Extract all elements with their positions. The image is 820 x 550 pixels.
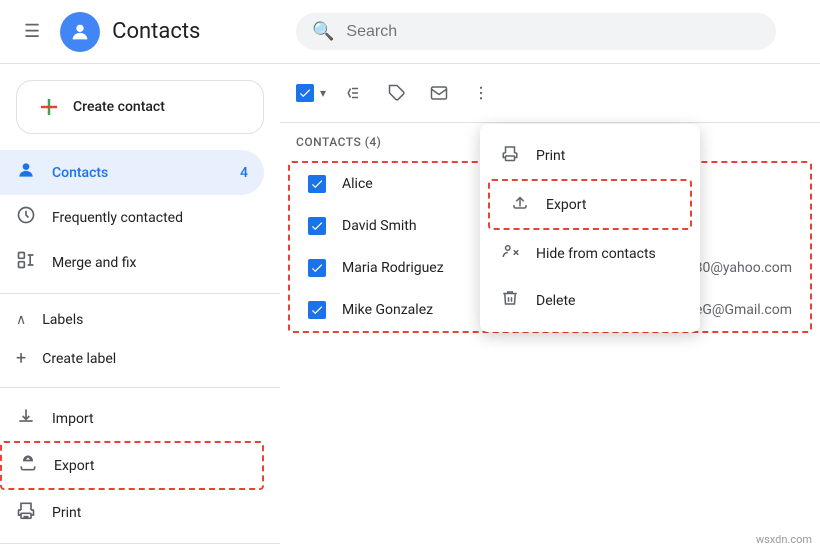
merge-toolbar-button[interactable] [338,76,372,110]
sidebar-divider-3 [0,543,280,544]
watermark: wsxdn.com [756,533,812,546]
main-content: ▾ [280,64,820,550]
search-input[interactable] [346,23,760,41]
app-title: Contacts [112,19,200,44]
more-toolbar-button[interactable] [464,76,498,110]
contacts-icon [16,160,36,185]
sidebar-item-frequently-contacted[interactable]: Frequently contacted [0,195,264,240]
contact-checkbox-maria[interactable] [308,259,326,277]
select-all-group[interactable]: ▾ [296,82,330,104]
export-icon [18,453,38,478]
search-icon: 🔍 [312,21,334,42]
sidebar-header: ☰ Contacts [0,12,280,52]
sidebar-item-print-label: Print [52,505,81,521]
dropdown-print-label: Print [536,148,565,164]
label-toolbar-button[interactable] [380,76,414,110]
sidebar-item-frequently-contacted-label: Frequently contacted [52,210,183,226]
sidebar-item-create-label[interactable]: + Create label [0,338,264,379]
sidebar-item-import-label: Import [52,411,94,427]
contact-checkbox-mike[interactable] [308,301,326,319]
contact-checkbox-david[interactable] [308,217,326,235]
sidebar: Create contact Contacts 4 Frequently con… [0,64,280,550]
sidebar-item-contacts[interactable]: Contacts 4 [0,150,264,195]
sidebar-item-export-label: Export [54,458,94,474]
clock-icon [16,205,36,230]
print-icon [16,500,36,525]
sidebar-divider-2 [0,387,280,388]
create-contact-button[interactable]: Create contact [16,80,264,134]
dropdown-delete-icon [500,289,520,312]
dropdown-hide-label: Hide from contacts [536,246,656,262]
sidebar-item-merge-fix[interactable]: Merge and fix [0,240,264,285]
add-label-icon: + [16,348,26,369]
dropdown-item-export[interactable]: Export [488,179,692,230]
sidebar-divider-1 [0,293,280,294]
toolbar: ▾ [280,64,820,123]
sidebar-item-labels-label: Labels [42,312,83,328]
sidebar-item-import[interactable]: Import [0,396,264,441]
dropdown-delete-label: Delete [536,293,575,309]
create-contact-label: Create contact [73,99,165,115]
dropdown-item-print[interactable]: Print [480,132,700,179]
merge-icon [16,250,36,275]
sidebar-item-create-label-label: Create label [42,351,116,367]
dropdown-export-icon [510,193,530,216]
plus-icon [37,95,61,119]
email-toolbar-button[interactable] [422,76,456,110]
contacts-badge: 4 [240,165,248,181]
sidebar-item-merge-fix-label: Merge and fix [52,255,136,271]
import-icon [16,406,36,431]
dropdown-hide-icon [500,242,520,265]
dropdown-export-label: Export [546,197,586,213]
dropdown-item-delete[interactable]: Delete [480,277,700,324]
dropdown-item-hide[interactable]: Hide from contacts [480,230,700,277]
app-logo [60,12,100,52]
search-bar[interactable]: 🔍 [296,13,776,50]
sidebar-item-export[interactable]: Export [0,441,264,490]
app-header: ☰ Contacts 🔍 [0,0,820,64]
sidebar-item-labels[interactable]: ∧ Labels [0,302,264,338]
app-layout: Create contact Contacts 4 Frequently con… [0,64,820,550]
hamburger-icon[interactable]: ☰ [16,13,48,50]
sidebar-item-print[interactable]: Print [0,490,264,535]
chevron-up-icon: ∧ [16,312,26,328]
dropdown-print-icon [500,144,520,167]
select-dropdown-arrow[interactable]: ▾ [316,82,330,104]
main-header: 🔍 [280,13,820,50]
more-actions-dropdown: Print Export [480,124,700,332]
select-all-checkbox[interactable] [296,84,314,102]
sidebar-item-contacts-label: Contacts [52,165,108,181]
contact-checkbox-alice[interactable] [308,175,326,193]
